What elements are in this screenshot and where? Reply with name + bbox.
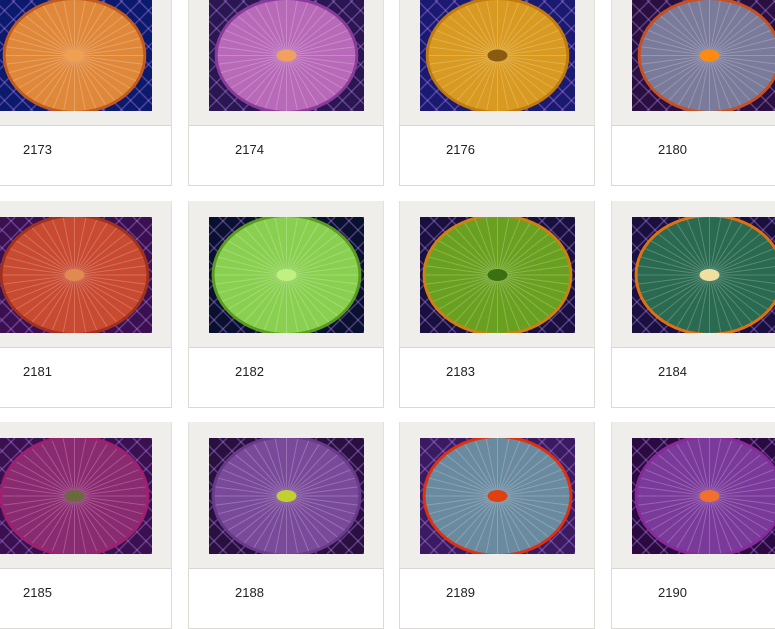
photo-frame <box>188 422 384 569</box>
item-label-box: 2184 <box>611 348 775 408</box>
item-label-box: 2174 <box>188 126 384 186</box>
gallery-card[interactable]: 2185 <box>0 422 172 629</box>
coral-mouth <box>699 269 720 281</box>
item-label-box: 2176 <box>399 126 595 186</box>
coral-photo[interactable] <box>0 438 152 554</box>
item-label-box: 2182 <box>188 348 384 408</box>
item-number[interactable]: 2180 <box>658 142 687 157</box>
coral-mouth <box>487 490 508 502</box>
photo-frame <box>0 422 172 569</box>
coral-photo[interactable] <box>420 217 575 333</box>
coral-mouth <box>699 490 720 502</box>
gallery-card[interactable]: 2183 <box>399 201 595 408</box>
coral-photo[interactable] <box>632 438 775 554</box>
photo-frame <box>0 0 172 126</box>
item-number[interactable]: 2173 <box>23 142 52 157</box>
item-number[interactable]: 2190 <box>658 585 687 600</box>
item-label-box: 2188 <box>188 569 384 629</box>
gallery-card[interactable]: 2174 <box>188 0 384 186</box>
photo-frame <box>188 201 384 348</box>
coral-mouth <box>487 49 508 62</box>
item-number[interactable]: 2176 <box>446 142 475 157</box>
item-label-box: 2180 <box>611 126 775 186</box>
item-number[interactable]: 2189 <box>446 585 475 600</box>
gallery-card[interactable]: 2184 <box>611 201 775 408</box>
photo-frame <box>0 201 172 348</box>
coral-mouth <box>699 49 720 62</box>
coral-mouth <box>276 490 297 502</box>
coral-photo[interactable] <box>420 438 575 554</box>
photo-frame <box>611 422 775 569</box>
coral-photo[interactable] <box>209 217 364 333</box>
photo-frame <box>188 0 384 126</box>
item-label-box: 2185 <box>0 569 172 629</box>
coral-mouth <box>276 269 297 281</box>
item-label-box: 2181 <box>0 348 172 408</box>
coral-photo[interactable] <box>420 0 575 111</box>
coral-photo[interactable] <box>209 0 364 111</box>
coral-photo[interactable] <box>0 217 152 333</box>
coral-photo[interactable] <box>632 0 775 111</box>
item-number[interactable]: 2183 <box>446 364 475 379</box>
item-number[interactable]: 2181 <box>23 364 52 379</box>
photo-frame <box>611 201 775 348</box>
photo-frame <box>399 201 595 348</box>
gallery-card[interactable]: 2190 <box>611 422 775 629</box>
coral-photo[interactable] <box>0 0 152 111</box>
coral-photo[interactable] <box>209 438 364 554</box>
item-number[interactable]: 2182 <box>235 364 264 379</box>
item-label-box: 2189 <box>399 569 595 629</box>
coral-mouth <box>487 269 508 281</box>
gallery-card[interactable]: 2176 <box>399 0 595 186</box>
photo-frame <box>399 0 595 126</box>
coral-mouth <box>64 49 85 62</box>
photo-frame <box>611 0 775 126</box>
gallery-card[interactable]: 2173 <box>0 0 172 186</box>
item-number[interactable]: 2174 <box>235 142 264 157</box>
coral-photo[interactable] <box>632 217 775 333</box>
coral-mouth <box>64 269 85 281</box>
item-number[interactable]: 2185 <box>23 585 52 600</box>
item-label-box: 2183 <box>399 348 595 408</box>
gallery-card[interactable]: 2189 <box>399 422 595 629</box>
gallery-card[interactable]: 2182 <box>188 201 384 408</box>
photo-frame <box>399 422 595 569</box>
gallery-card[interactable]: 2188 <box>188 422 384 629</box>
coral-mouth <box>64 490 85 502</box>
coral-mouth <box>276 49 297 62</box>
item-label-box: 2190 <box>611 569 775 629</box>
item-label-box: 2173 <box>0 126 172 186</box>
item-number[interactable]: 2184 <box>658 364 687 379</box>
gallery-card[interactable]: 2180 <box>611 0 775 186</box>
coral-gallery-grid: 2173 2174 2176 2180 2181 2182 2183 2184 … <box>0 0 775 629</box>
gallery-card[interactable]: 2181 <box>0 201 172 408</box>
item-number[interactable]: 2188 <box>235 585 264 600</box>
